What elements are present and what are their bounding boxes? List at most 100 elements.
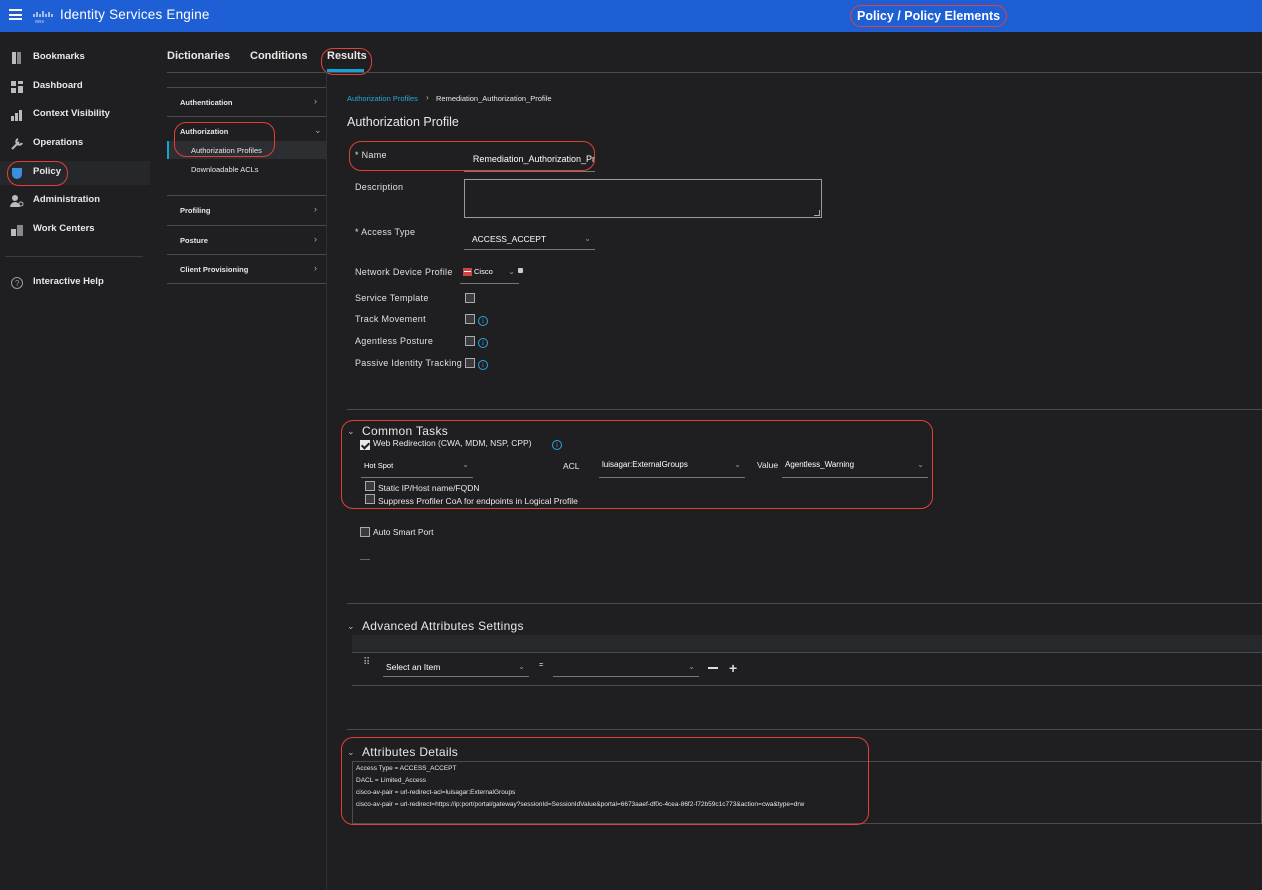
access-type-label: * Access Type: [355, 227, 416, 237]
chevron-right-icon[interactable]: ›: [314, 234, 317, 244]
auto-smart-port-label: Auto Smart Port: [373, 527, 434, 537]
administration-icon: [10, 195, 24, 207]
attribute-select[interactable]: Select an Item ⌄: [383, 661, 529, 677]
passive-identity-label: Passive Identity Tracking: [355, 358, 463, 368]
auto-smart-port-checkbox[interactable]: [360, 527, 370, 537]
ndp-select[interactable]: Cisco ⌄: [460, 266, 519, 284]
ndp-settings-icon[interactable]: [518, 268, 523, 273]
agentless-posture-label: Agentless Posture: [355, 336, 434, 346]
help-icon: ?: [11, 277, 23, 289]
equals-sign: =: [539, 660, 544, 669]
nav-label: Dashboard: [33, 80, 83, 91]
menu-divider: [167, 283, 326, 284]
cisco-logo-icon: cisco: [33, 11, 53, 24]
chevron-down-icon: ⌄: [584, 234, 591, 243]
chevron-right-icon[interactable]: ›: [314, 263, 317, 273]
ndp-label: Network Device Profile: [355, 267, 453, 277]
dashboard-icon: [11, 81, 23, 93]
nav-label: Context Visibility: [33, 108, 110, 119]
nav-bookmarks[interactable]: Bookmarks: [0, 46, 150, 70]
menu-divider: [167, 116, 326, 117]
service-template-label: Service Template: [355, 293, 429, 303]
menu-divider: [167, 195, 326, 196]
menu-posture[interactable]: Posture: [180, 236, 208, 245]
content-divider: [326, 73, 327, 890]
info-icon[interactable]: i: [478, 338, 488, 348]
context-visibility-icon: [11, 110, 22, 121]
attributes-details-highlight: [341, 737, 869, 825]
tab-dictionaries[interactable]: Dictionaries: [167, 50, 230, 62]
name-highlight: [349, 141, 595, 171]
app-title: Identity Services Engine: [60, 7, 210, 22]
info-icon[interactable]: i: [478, 316, 488, 326]
tabs-divider: [167, 72, 1262, 73]
collapsed-indicator: [360, 559, 370, 560]
resize-grip-icon[interactable]: [814, 210, 820, 216]
ndp-value: Cisco: [474, 267, 493, 276]
menu-divider: [167, 225, 326, 226]
nav-context-visibility[interactable]: Context Visibility: [0, 103, 150, 127]
section-divider: [347, 409, 1262, 410]
nav-interactive-help[interactable]: ? Interactive Help: [0, 271, 150, 295]
bookmark-icon: [12, 52, 21, 64]
section-divider: [347, 729, 1262, 730]
chevron-right-icon[interactable]: ›: [314, 204, 317, 214]
authorization-highlight: [174, 122, 275, 157]
advanced-attributes-title[interactable]: Advanced Attributes Settings: [362, 619, 524, 633]
agentless-posture-checkbox[interactable]: [465, 336, 475, 346]
track-movement-checkbox[interactable]: [465, 314, 475, 324]
nav-label: Work Centers: [33, 223, 95, 234]
info-icon[interactable]: i: [478, 360, 488, 370]
breadcrumb-link[interactable]: Authorization Profiles: [347, 94, 418, 103]
chevron-down-icon: ⌄: [688, 662, 695, 671]
results-highlight: [321, 48, 372, 75]
policy-highlight: [7, 161, 68, 186]
menu-authentication[interactable]: Authentication: [180, 98, 233, 107]
description-label: Description: [355, 182, 404, 192]
nav-work-centers[interactable]: Work Centers: [0, 218, 150, 242]
menu-divider: [167, 254, 326, 255]
nav-administration[interactable]: Administration: [0, 189, 150, 213]
access-type-select[interactable]: ACCESS_ACCEPT ⌄: [464, 233, 595, 250]
chevron-down-icon: ⌄: [518, 662, 525, 671]
svg-text:cisco: cisco: [35, 19, 45, 24]
chevron-down-icon: ⌄: [508, 267, 515, 276]
service-template-checkbox[interactable]: [465, 293, 475, 303]
chevron-down-icon[interactable]: ⌄: [347, 621, 355, 632]
cisco-device-icon: [463, 268, 472, 276]
description-textarea[interactable]: [464, 179, 822, 218]
work-centers-icon: [11, 225, 23, 236]
common-tasks-highlight: [341, 420, 933, 509]
breadcrumb-current: Remediation_Authorization_Profile: [436, 94, 552, 103]
menu-icon[interactable]: [9, 9, 22, 20]
attribute-value-select[interactable]: ⌄: [553, 661, 699, 677]
chevron-down-icon[interactable]: ⌄: [314, 125, 322, 136]
menu-profiling[interactable]: Profiling: [180, 206, 210, 215]
nav-label: Bookmarks: [33, 51, 85, 62]
drag-handle-icon[interactable]: ⠿: [363, 657, 370, 668]
chevron-right-icon[interactable]: ›: [314, 96, 317, 106]
sidemenu-divider: [167, 87, 326, 88]
top-bar: cisco Identity Services Engine Policy / …: [0, 0, 1262, 32]
section-divider: [347, 603, 1262, 604]
nav-operations[interactable]: Operations: [0, 132, 150, 156]
add-icon[interactable]: +: [729, 661, 737, 675]
access-type-value: ACCESS_ACCEPT: [472, 234, 547, 244]
svg-text:?: ?: [15, 279, 20, 288]
operations-icon: [11, 138, 23, 150]
remove-icon[interactable]: [708, 667, 718, 669]
advanced-divider: [352, 685, 1262, 686]
nav-divider: [5, 256, 143, 257]
menu-client-provisioning[interactable]: Client Provisioning: [180, 265, 248, 274]
menu-active-indicator: [167, 141, 169, 159]
page-path-title: Policy / Policy Elements: [850, 5, 1008, 27]
tab-conditions[interactable]: Conditions: [250, 50, 307, 62]
nav-label: Administration: [33, 194, 101, 205]
menu-downloadable-acls[interactable]: Downloadable ACLs: [191, 165, 259, 174]
nav-dashboard[interactable]: Dashboard: [0, 75, 150, 99]
advanced-divider: [352, 652, 1262, 653]
nav-label: Operations: [33, 137, 84, 148]
passive-identity-checkbox[interactable]: [465, 358, 475, 368]
breadcrumb-chevron-icon: ›: [426, 93, 429, 102]
page-title: Authorization Profile: [347, 115, 459, 129]
